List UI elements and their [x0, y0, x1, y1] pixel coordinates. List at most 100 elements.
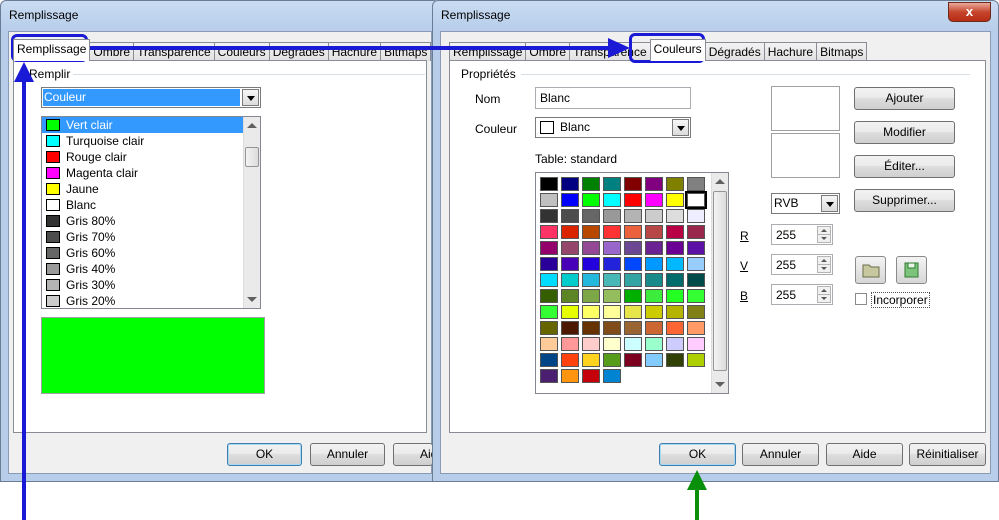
palette-swatch[interactable] [540, 321, 558, 335]
spin-down-icon[interactable] [817, 234, 831, 243]
palette-swatch[interactable] [582, 273, 600, 287]
list-item[interactable]: Gris 60% [42, 245, 260, 261]
fill-type-select[interactable]: Couleur [41, 87, 261, 108]
palette-swatch[interactable] [687, 177, 705, 191]
palette-swatch[interactable] [603, 305, 621, 319]
list-item[interactable]: Rouge clair [42, 149, 260, 165]
palette-swatch[interactable] [666, 241, 684, 255]
reset-button[interactable]: Réinitialiser [909, 443, 986, 466]
palette-swatch[interactable] [561, 193, 579, 207]
scroll-thumb[interactable] [245, 147, 259, 167]
palette-swatch[interactable] [540, 369, 558, 383]
list-item[interactable]: Gris 80% [42, 213, 260, 229]
color-model-select[interactable]: RVB [771, 193, 840, 214]
listbox-scrollbar[interactable] [243, 117, 260, 308]
palette-swatch[interactable] [645, 177, 663, 191]
palette-swatch[interactable] [603, 289, 621, 303]
tab-couleurs[interactable]: Couleurs [649, 39, 706, 61]
palette-swatch[interactable] [561, 177, 579, 191]
scroll-thumb[interactable] [713, 191, 727, 371]
palette-swatch[interactable] [582, 241, 600, 255]
scroll-up-icon[interactable] [715, 179, 725, 184]
r-spinner[interactable]: 255 [771, 224, 833, 245]
palette-swatch[interactable] [687, 257, 705, 271]
palette-swatch[interactable] [624, 225, 642, 239]
palette-swatch[interactable] [624, 321, 642, 335]
modify-button[interactable]: Modifier [854, 121, 955, 144]
color-select[interactable]: Blanc [535, 117, 691, 138]
tab-degrades[interactable]: Dégradés [704, 42, 765, 61]
tab-ombre[interactable]: Ombre [89, 42, 135, 61]
palette-swatch[interactable] [561, 305, 579, 319]
palette-swatch[interactable] [582, 337, 600, 351]
palette-swatch[interactable] [645, 321, 663, 335]
tab-hachure[interactable]: Hachure [763, 42, 818, 61]
cancel-button-left[interactable]: Annuler [310, 443, 385, 466]
load-palette-button[interactable] [855, 256, 886, 284]
palette-swatch[interactable] [666, 193, 684, 207]
palette-swatch[interactable] [582, 305, 600, 319]
palette-swatch[interactable] [666, 257, 684, 271]
ok-button-left[interactable]: OK [227, 443, 302, 466]
tab-bitmaps[interactable]: Bitmaps [816, 42, 868, 61]
palette-swatch[interactable] [561, 337, 579, 351]
palette-swatch[interactable] [603, 369, 621, 383]
palette-swatch[interactable] [645, 337, 663, 351]
palette-scrollbar[interactable] [711, 173, 728, 393]
palette-swatch[interactable] [582, 177, 600, 191]
chevron-down-icon[interactable] [242, 89, 259, 106]
palette-swatch[interactable] [561, 257, 579, 271]
palette-swatch[interactable] [582, 209, 600, 223]
close-button[interactable]: x [948, 2, 991, 22]
tab-remplissage[interactable]: Remplissage [13, 39, 91, 61]
palette-swatch[interactable] [645, 193, 663, 207]
save-palette-button[interactable] [896, 256, 927, 284]
palette-swatch[interactable] [624, 353, 642, 367]
palette-swatch[interactable] [603, 337, 621, 351]
palette-swatch[interactable] [687, 273, 705, 287]
palette-swatch[interactable] [645, 257, 663, 271]
palette-swatch[interactable] [624, 289, 642, 303]
palette-swatch[interactable] [666, 273, 684, 287]
b-spinner[interactable]: 255 [771, 284, 833, 305]
palette-swatch[interactable] [561, 321, 579, 335]
tab-couleurs[interactable]: Couleurs [213, 42, 270, 61]
color-table[interactable] [535, 172, 729, 394]
palette-swatch[interactable] [561, 289, 579, 303]
palette-swatch[interactable] [582, 257, 600, 271]
palette-swatch[interactable] [582, 353, 600, 367]
palette-swatch[interactable] [582, 369, 600, 383]
palette-swatch[interactable] [645, 225, 663, 239]
list-item[interactable]: Gris 70% [42, 229, 260, 245]
delete-button[interactable]: Supprimer... [854, 189, 955, 212]
palette-swatch[interactable] [645, 273, 663, 287]
palette-swatch[interactable] [687, 353, 705, 367]
palette-swatch[interactable] [582, 321, 600, 335]
palette-swatch[interactable] [624, 177, 642, 191]
palette-swatch[interactable] [666, 321, 684, 335]
tab-hachure[interactable]: Hachure [327, 42, 382, 61]
palette-swatch[interactable] [645, 209, 663, 223]
embed-checkbox[interactable] [855, 293, 867, 305]
palette-swatch[interactable] [540, 257, 558, 271]
palette-swatch[interactable] [561, 209, 579, 223]
palette-swatch[interactable] [687, 209, 705, 223]
palette-swatch[interactable] [666, 305, 684, 319]
palette-swatch[interactable] [687, 225, 705, 239]
palette-swatch[interactable] [561, 225, 579, 239]
palette-swatch[interactable] [687, 337, 705, 351]
palette-swatch[interactable] [624, 257, 642, 271]
palette-swatch[interactable] [603, 209, 621, 223]
palette-swatch[interactable] [603, 257, 621, 271]
name-input[interactable]: Blanc [535, 87, 691, 109]
palette-swatch[interactable] [687, 289, 705, 303]
palette-swatch[interactable] [561, 273, 579, 287]
scroll-up-icon[interactable] [247, 123, 257, 128]
palette-swatch[interactable] [540, 225, 558, 239]
list-item[interactable]: Vert clair [42, 117, 260, 133]
palette-swatch[interactable] [624, 209, 642, 223]
palette-swatch[interactable] [540, 273, 558, 287]
palette-swatch[interactable] [687, 305, 705, 319]
ok-button-right[interactable]: OK [659, 443, 736, 466]
palette-swatch[interactable] [666, 177, 684, 191]
